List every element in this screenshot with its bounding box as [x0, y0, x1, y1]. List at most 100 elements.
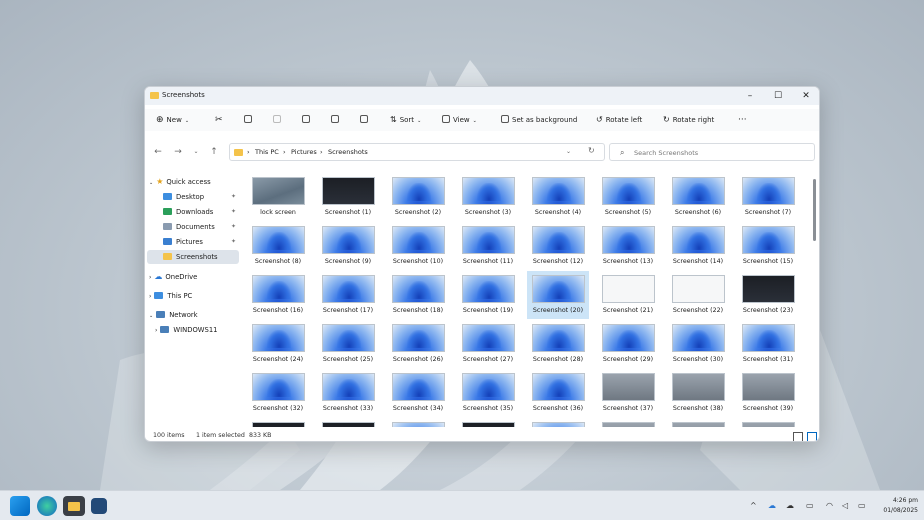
file-item[interactable]: Screenshot (39): [737, 369, 799, 417]
file-item[interactable]: Screenshot (18): [387, 271, 449, 319]
back-button[interactable]: ←: [151, 145, 165, 159]
start-icon[interactable]: [10, 496, 30, 516]
file-item[interactable]: Screenshot (28): [527, 320, 589, 368]
file-item[interactable]: Screenshot (6): [667, 173, 729, 221]
file-item[interactable]: Screenshot (9): [317, 222, 379, 270]
cloud-icon[interactable]: ☁: [786, 501, 794, 510]
file-item[interactable]: Screenshot (31): [737, 320, 799, 368]
clock[interactable]: 4:26 pm 01/08/2025: [872, 496, 918, 516]
copy-button[interactable]: [244, 113, 255, 127]
file-item[interactable]: Screenshot (19): [457, 271, 519, 319]
share-button[interactable]: [331, 113, 342, 127]
view-button[interactable]: View ⌄: [442, 113, 477, 127]
sidebar-item-screenshots[interactable]: Screenshots: [147, 250, 239, 264]
file-item[interactable]: Screenshot (16): [247, 271, 309, 319]
file-item[interactable]: Screenshot (8): [247, 222, 309, 270]
edge-icon[interactable]: [37, 496, 57, 516]
search-input[interactable]: ⌕ Search Screenshots: [609, 143, 815, 161]
file-item[interactable]: Screenshot (21): [597, 271, 659, 319]
sidebar-item-network[interactable]: ⌄ Network: [149, 308, 237, 322]
file-item[interactable]: Screenshot (4): [527, 173, 589, 221]
file-item[interactable]: Screenshot (30): [667, 320, 729, 368]
weather-icon[interactable]: ☁: [768, 501, 776, 510]
file-item[interactable]: Screenshot (29): [597, 320, 659, 368]
more-options-button[interactable]: ···: [738, 113, 747, 127]
rotate-left-button[interactable]: ↺ Rotate left: [596, 113, 642, 127]
file-item[interactable]: Screenshot (12): [527, 222, 589, 270]
file-item[interactable]: lock screen: [247, 173, 309, 221]
close-button[interactable]: ✕: [793, 88, 819, 104]
file-item[interactable]: Screenshot (13): [597, 222, 659, 270]
paste-button[interactable]: [273, 113, 284, 127]
store-icon[interactable]: [91, 498, 107, 514]
details-view-button[interactable]: [793, 432, 803, 441]
refresh-icon[interactable]: ↻: [588, 146, 595, 155]
sidebar-item-windows11[interactable]: › WINDOWS11: [155, 323, 239, 337]
rotate-right-button[interactable]: ↻ Rotate right: [663, 113, 714, 127]
wifi-icon[interactable]: ◠: [826, 501, 833, 510]
volume-icon[interactable]: ◁: [842, 501, 848, 510]
file-item[interactable]: Screenshot (35): [457, 369, 519, 417]
file-item[interactable]: Screenshot (34): [387, 369, 449, 417]
forward-button[interactable]: →: [171, 145, 185, 159]
file-item[interactable]: Screenshot (27): [457, 320, 519, 368]
file-item[interactable]: Screenshot (26): [387, 320, 449, 368]
file-item[interactable]: Screenshot (37): [597, 369, 659, 417]
delete-button[interactable]: [360, 113, 371, 127]
file-item[interactable]: Screenshot (38): [667, 369, 729, 417]
file-item[interactable]: Screenshot (17): [317, 271, 379, 319]
file-item[interactable]: Screenshot (1): [317, 173, 379, 221]
file-item[interactable]: [667, 418, 729, 427]
file-item[interactable]: [317, 418, 379, 427]
sidebar-item-documents[interactable]: Documents ✦: [163, 220, 239, 234]
sidebar-item-this-pc[interactable]: › This PC: [149, 289, 237, 303]
minimize-button[interactable]: –: [737, 88, 763, 104]
file-item[interactable]: Screenshot (7): [737, 173, 799, 221]
new-button[interactable]: ⊕ New ⌄: [156, 113, 189, 127]
up-button[interactable]: ↑: [207, 145, 221, 159]
file-item[interactable]: Screenshot (24): [247, 320, 309, 368]
file-explorer-taskbar-icon[interactable]: [63, 496, 85, 516]
sidebar-item-onedrive[interactable]: › ☁ OneDrive: [149, 270, 237, 284]
monitor-icon[interactable]: ▭: [806, 501, 814, 510]
file-item[interactable]: [737, 418, 799, 427]
thumbnail-view-button[interactable]: [807, 432, 817, 441]
file-item[interactable]: Screenshot (36): [527, 369, 589, 417]
file-item[interactable]: Screenshot (3): [457, 173, 519, 221]
address-dropdown-icon[interactable]: ⌄: [566, 148, 571, 155]
breadcrumb-pictures[interactable]: Pictures: [291, 148, 317, 156]
address-bar[interactable]: › This PC › Pictures › Screenshots ⌄ ↻: [229, 143, 605, 161]
file-item[interactable]: Screenshot (11): [457, 222, 519, 270]
file-item[interactable]: Screenshot (15): [737, 222, 799, 270]
sidebar-item-quick-access[interactable]: ⌄ ★ Quick access: [149, 175, 237, 189]
file-item[interactable]: [387, 418, 449, 427]
file-item[interactable]: [247, 418, 309, 427]
sidebar-item-desktop[interactable]: Desktop ✦: [163, 190, 239, 204]
file-item[interactable]: Screenshot (22): [667, 271, 729, 319]
file-item[interactable]: Screenshot (5): [597, 173, 659, 221]
file-item[interactable]: Screenshot (32): [247, 369, 309, 417]
breadcrumb-this-pc[interactable]: This PC: [255, 148, 279, 156]
breadcrumb-screenshots[interactable]: Screenshots: [328, 148, 368, 156]
maximize-button[interactable]: ☐: [765, 88, 791, 104]
scrollbar[interactable]: [813, 179, 816, 241]
file-item[interactable]: Screenshot (2): [387, 173, 449, 221]
file-item[interactable]: Screenshot (10): [387, 222, 449, 270]
file-item[interactable]: Screenshot (25): [317, 320, 379, 368]
file-item[interactable]: Screenshot (20): [527, 271, 589, 319]
chevron-up-icon[interactable]: ^: [750, 501, 757, 510]
cut-button[interactable]: ✂: [215, 113, 223, 127]
battery-icon[interactable]: ▭: [858, 501, 866, 510]
sidebar-item-pictures[interactable]: Pictures ✦: [163, 235, 239, 249]
sidebar-item-downloads[interactable]: Downloads ✦: [163, 205, 239, 219]
sort-button[interactable]: ⇅ Sort ⌄: [390, 113, 421, 127]
file-item[interactable]: [597, 418, 659, 427]
file-item[interactable]: Screenshot (33): [317, 369, 379, 417]
recent-locations-button[interactable]: ⌄: [189, 145, 203, 159]
file-item[interactable]: Screenshot (23): [737, 271, 799, 319]
file-item[interactable]: [457, 418, 519, 427]
file-item[interactable]: Screenshot (14): [667, 222, 729, 270]
rename-button[interactable]: [302, 113, 313, 127]
file-item[interactable]: [527, 418, 589, 427]
set-as-background-button[interactable]: Set as background: [501, 113, 577, 127]
